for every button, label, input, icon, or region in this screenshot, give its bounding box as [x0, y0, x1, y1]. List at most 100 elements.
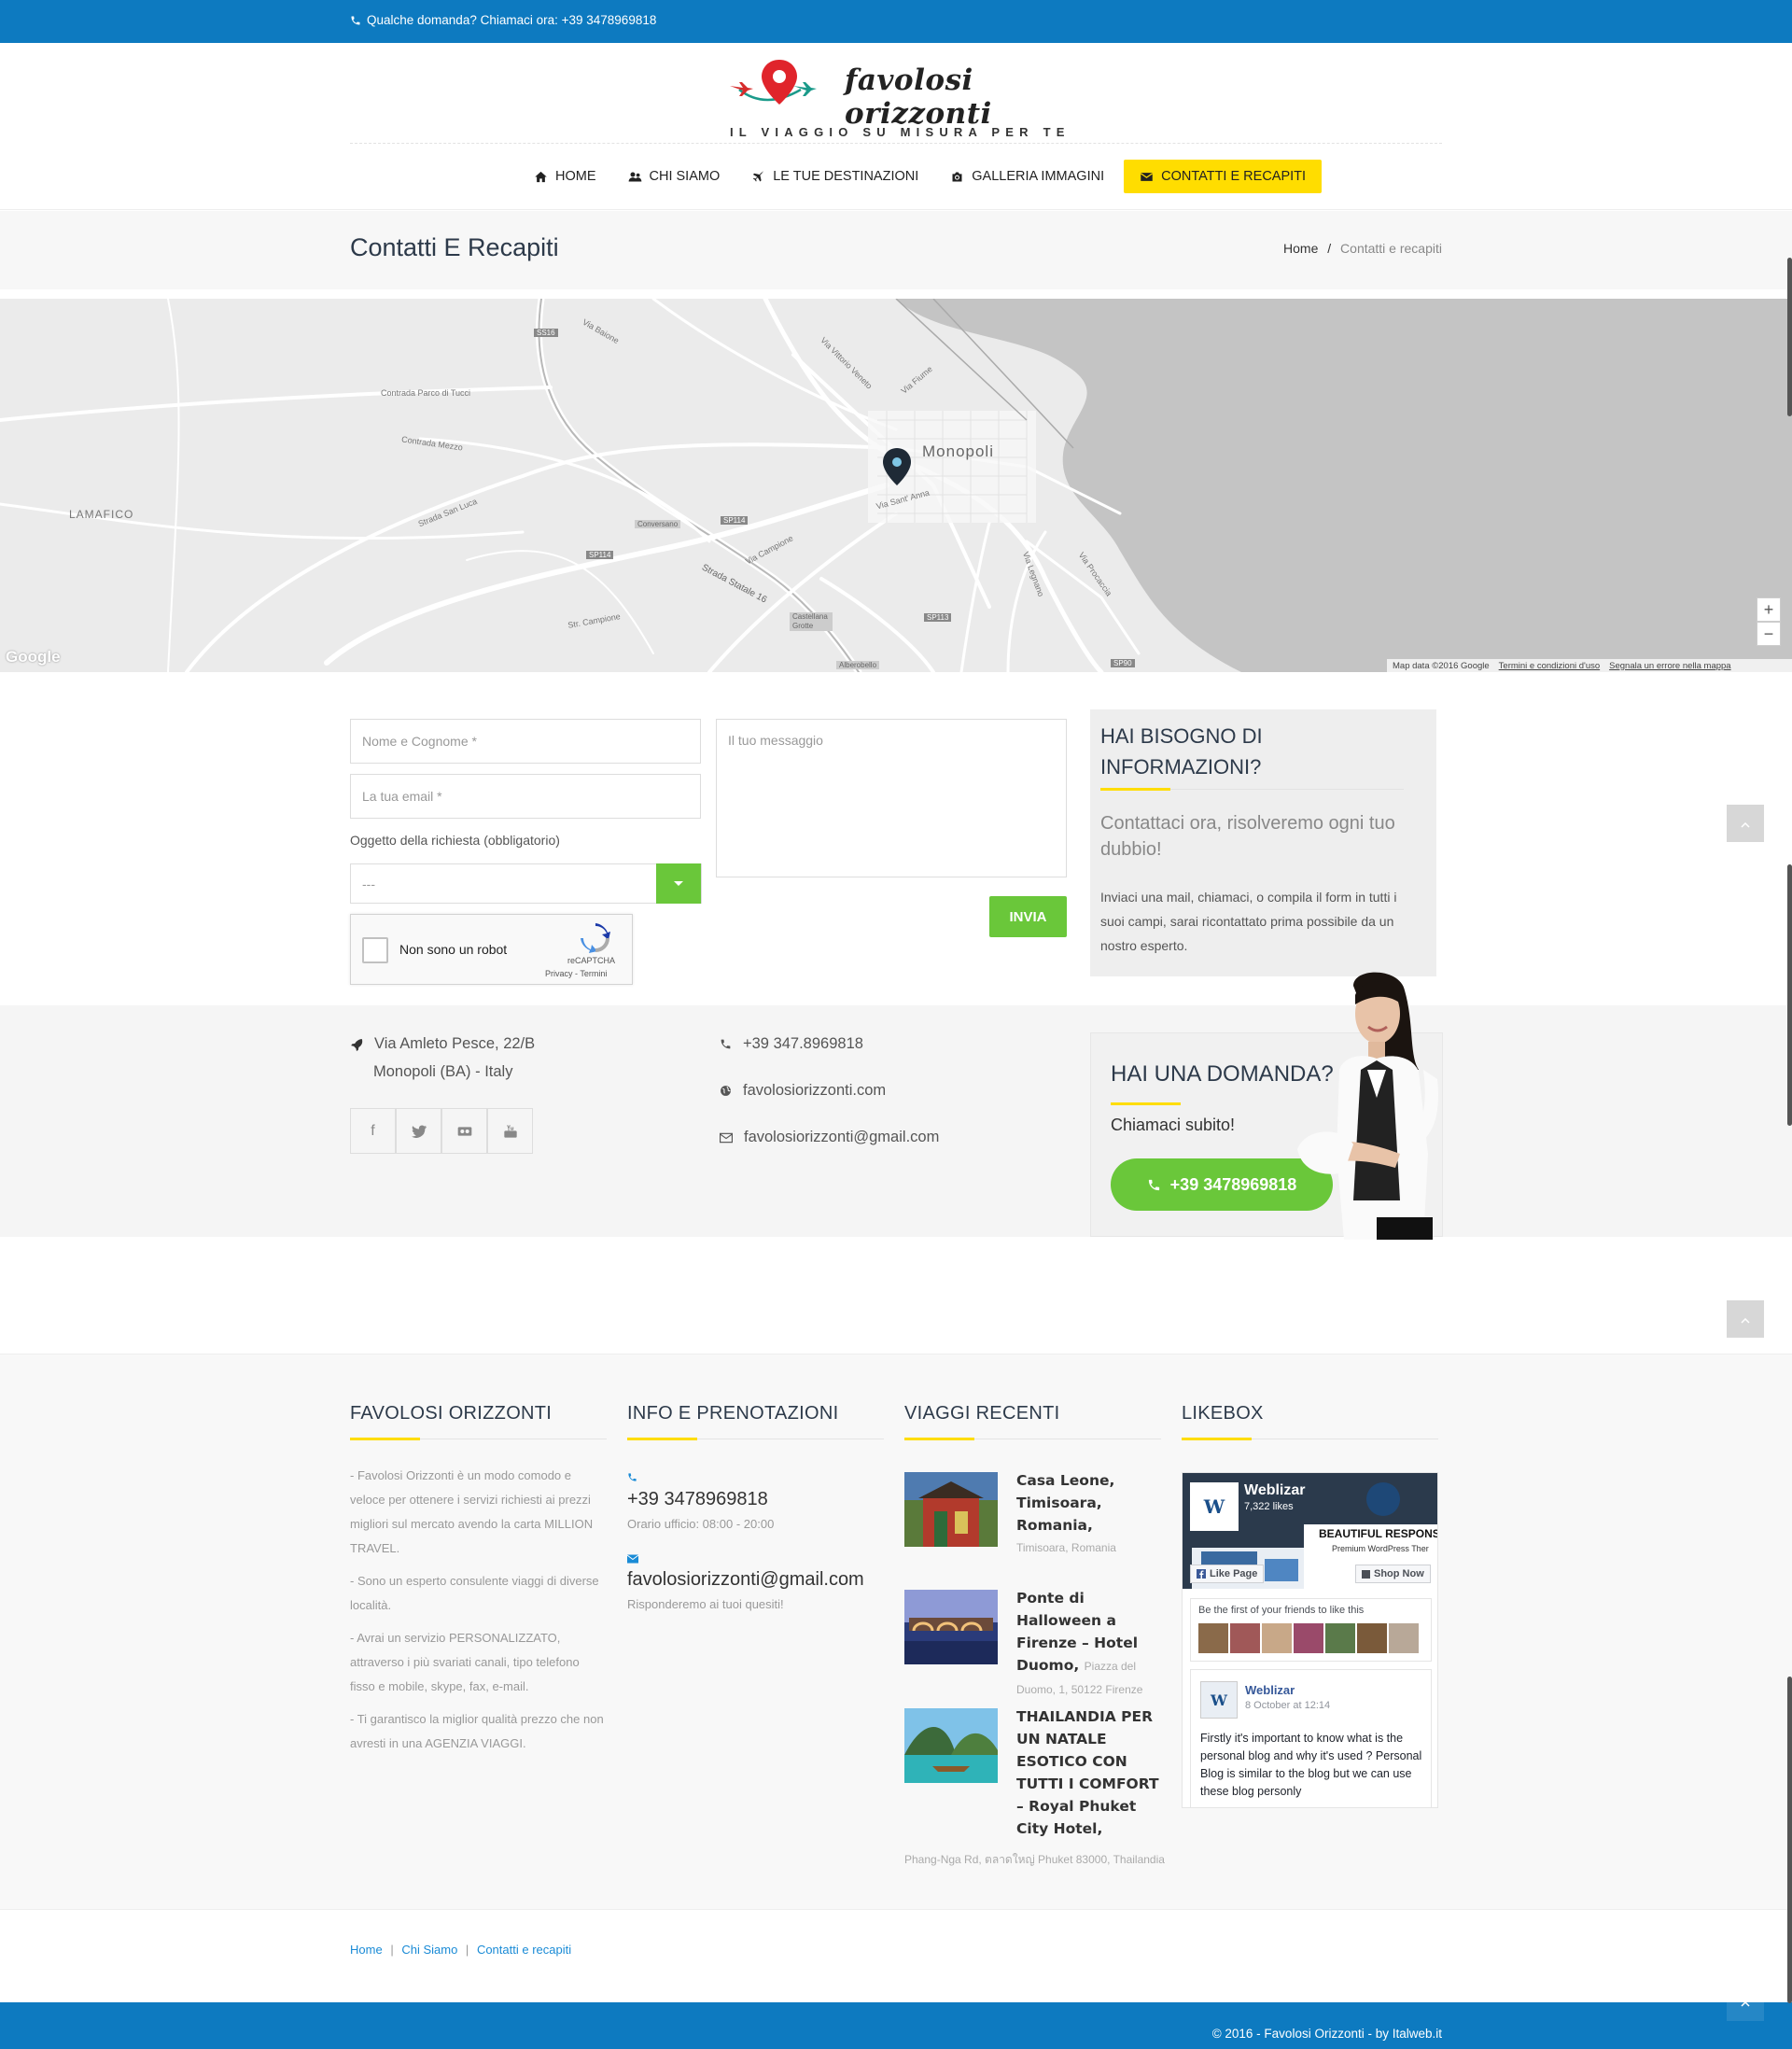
logo[interactable]: favolosi orizzonti IL VIAGGIO SU MISURA … — [728, 54, 1073, 139]
trip-1[interactable]: Casa Leone, Timisoara, Romania, Timisoar… — [1016, 1469, 1166, 1559]
map-zoom-in-button[interactable]: + — [1757, 597, 1781, 622]
likebox-logo[interactable]: W — [1190, 1482, 1239, 1531]
nav-contatti[interactable]: CONTATTI E RECAPITI — [1124, 160, 1323, 193]
map-marker-icon[interactable] — [882, 448, 912, 485]
map-data-text: Map data ©2016 Google — [1393, 660, 1490, 671]
avatar[interactable] — [1198, 1623, 1228, 1653]
like-page-button[interactable]: Like Page — [1190, 1565, 1265, 1583]
twitter-icon[interactable] — [396, 1108, 441, 1154]
nav-galleria[interactable]: GALLERIA IMMAGINI — [934, 160, 1120, 193]
likebox-banner-text: BEAUTIFUL RESPONSI — [1319, 1527, 1438, 1540]
phone-icon — [1148, 1179, 1159, 1190]
scrollbar-thumb[interactable] — [1787, 1677, 1792, 2003]
heading-underline — [1182, 1438, 1252, 1440]
address-line-1: Via Amleto Pesce, 22/B — [350, 1035, 535, 1053]
map-attribution: Map data ©2016 Google Termini e condizio… — [1387, 659, 1792, 672]
scrollbar-thumb[interactable] — [1787, 258, 1792, 416]
heading-underline — [1111, 1102, 1181, 1105]
avatar[interactable] — [1262, 1623, 1292, 1653]
users-icon — [628, 172, 641, 181]
recaptcha-links[interactable]: Privacy - Termini — [545, 969, 607, 978]
message-field[interactable]: Il tuo messaggio — [716, 719, 1067, 877]
footer-link-contatti[interactable]: Contatti e recapiti — [477, 1943, 571, 1957]
breadcrumb-home[interactable]: Home — [1283, 241, 1318, 256]
plane-icon — [753, 170, 764, 181]
logo-tagline: IL VIAGGIO SU MISURA PER TE — [730, 125, 1071, 139]
avatar[interactable] — [1230, 1623, 1260, 1653]
subject-select[interactable]: --- — [350, 863, 702, 904]
shop-icon — [1362, 1569, 1370, 1579]
avatar[interactable] — [1294, 1623, 1323, 1653]
address-website[interactable]: favolosiorizzonti.com — [720, 1082, 886, 1100]
envelope-icon — [720, 1132, 733, 1143]
trip-3-location: Phang-Nga Rd, ตลาดใหญ่ Phuket 83000, Tha… — [904, 1853, 1165, 1866]
flickr-icon[interactable] — [441, 1108, 487, 1154]
map-label-ss16: SS16 — [534, 329, 558, 337]
address-phone[interactable]: +39 347.8969818 — [720, 1035, 863, 1053]
social-links: f — [350, 1108, 533, 1154]
scrollbar[interactable] — [1785, 43, 1792, 2049]
avatar[interactable] — [1357, 1623, 1387, 1653]
youtube-icon[interactable] — [487, 1108, 533, 1154]
map-label-castellana: Castellana Grotte — [790, 612, 833, 631]
nav-home[interactable]: HOME — [518, 160, 612, 193]
footer-about-p4: - Ti garantisco la miglior qualità prezz… — [350, 1712, 604, 1750]
submit-button[interactable]: INVIA — [989, 896, 1067, 937]
nav-destinazioni-label: LE TUE DESTINAZIONI — [773, 169, 919, 184]
trip-1-title: Casa Leone, Timisoara, Romania, — [1016, 1472, 1115, 1534]
footer-link-home[interactable]: Home — [350, 1943, 383, 1957]
trip-thumbnail-2[interactable] — [904, 1590, 998, 1664]
address-email[interactable]: favolosiorizzonti@gmail.com — [720, 1129, 939, 1146]
scroll-to-top-button-2[interactable] — [1727, 1300, 1764, 1338]
trip-thumbnail-3[interactable] — [904, 1708, 998, 1783]
top-bar-contact[interactable]: Qualche domanda? Chiamaci ora: +39 34789… — [350, 13, 656, 27]
footer-likebox-title: LIKEBOX — [1182, 1403, 1264, 1424]
name-field[interactable]: Nome e Cognome * — [350, 719, 701, 764]
avatar[interactable] — [1389, 1623, 1419, 1653]
map-label-sp113: SP113 — [924, 613, 952, 622]
trip-thumbnail-1[interactable] — [904, 1472, 998, 1547]
home-icon — [535, 171, 547, 182]
facebook-likebox[interactable]: W Weblizar 7,322 likes BEAUTIFUL RESPONS… — [1182, 1472, 1438, 1808]
footer-about-p3: - Avrai un servizio PERSONALIZZATO, attr… — [350, 1631, 580, 1693]
likebox-post-author[interactable]: Weblizar — [1245, 1683, 1295, 1697]
map-label-sp90: SP90 — [1111, 659, 1135, 667]
nav-destinazioni[interactable]: LE TUE DESTINAZIONI — [735, 160, 934, 193]
info-box-subheading: Contattaci ora, risolveremo ogni tuo dub… — [1100, 813, 1395, 860]
scroll-to-top-button-3[interactable] — [1727, 1984, 1764, 2021]
footer-about-title: FAVOLOSI ORIZZONTI — [350, 1403, 553, 1424]
subject-select-arrow[interactable] — [656, 863, 701, 904]
trip-2[interactable]: Ponte di Halloween a Firenze – Hotel Duo… — [1016, 1587, 1166, 1701]
footer-email[interactable]: favolosiorizzonti@gmail.com — [627, 1569, 864, 1591]
likebox-post-avatar[interactable]: W — [1200, 1681, 1238, 1719]
map-report-link[interactable]: Segnala un errore nella mappa — [1609, 661, 1730, 671]
phone-icon — [351, 16, 360, 24]
avatar[interactable] — [1325, 1623, 1355, 1653]
facebook-icon — [1197, 1569, 1206, 1579]
scroll-to-top-button[interactable] — [1727, 805, 1764, 842]
map-zoom-out-button[interactable]: − — [1757, 622, 1781, 646]
scrollbar-thumb[interactable] — [1787, 864, 1792, 1126]
nav-chi-siamo[interactable]: CHI SIAMO — [612, 160, 736, 193]
header: favolosi orizzonti IL VIAGGIO SU MISURA … — [0, 43, 1792, 210]
email-field[interactable]: La tua email * — [350, 774, 701, 819]
footer-info: INFO E PRENOTAZIONI +39 3478969818 Orari… — [627, 1403, 884, 1611]
info-box-body: Inviaci una mail, chiamaci, o compila il… — [1100, 890, 1397, 953]
footer-about-p2: - Sono un esperto consulente viaggi di d… — [350, 1574, 599, 1612]
likebox-page-name[interactable]: Weblizar — [1244, 1482, 1306, 1499]
recaptcha-checkbox[interactable] — [362, 937, 388, 963]
google-map[interactable]: Monopoli LAMAFICO SS16 SP114 SP114 SP113… — [0, 299, 1792, 672]
map-google-logo[interactable]: Google — [6, 648, 61, 667]
map-terms-link[interactable]: Termini e condizioni d'uso — [1499, 661, 1600, 671]
nav-chi-siamo-label: CHI SIAMO — [649, 169, 721, 184]
footer-links: Home | Chi Siamo | Contatti e recapiti — [350, 1943, 571, 1957]
shop-now-button[interactable]: Shop Now — [1355, 1565, 1431, 1583]
subject-select-value: --- — [362, 876, 375, 891]
facebook-icon[interactable]: f — [350, 1108, 396, 1154]
footer-phone[interactable]: +39 3478969818 — [627, 1489, 768, 1510]
footer-link-chi-siamo[interactable]: Chi Siamo — [401, 1943, 457, 1957]
question-box-sub: Chiamaci subito! — [1111, 1116, 1236, 1134]
trip-1-location: Timisoara, Romania — [1016, 1541, 1116, 1554]
trip-3[interactable]: THAILANDIA PER UN NATALE ESOTICO CON TUT… — [1016, 1705, 1166, 1840]
footer-info-title: INFO E PRENOTAZIONI — [627, 1403, 839, 1424]
